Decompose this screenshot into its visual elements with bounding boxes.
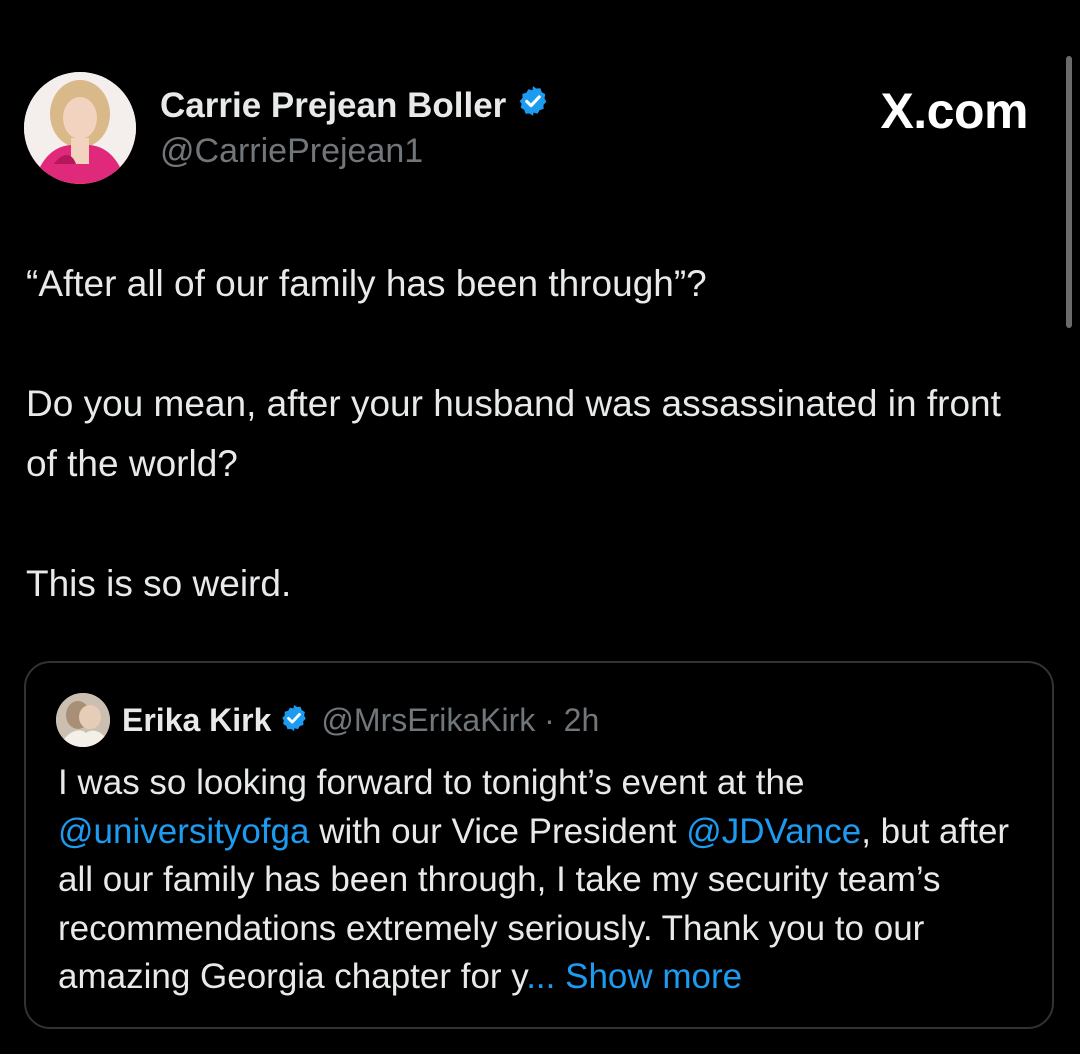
tweet-text: “After all of our family has been throug…: [26, 254, 1036, 614]
quoted-text-segment: I was so looking forward to tonight’s ev…: [58, 763, 805, 802]
quoted-author-handle[interactable]: @MrsErikaKirk: [321, 702, 535, 739]
author-name-text[interactable]: Carrie Prejean Boller: [160, 86, 506, 126]
quoted-author-avatar[interactable]: [56, 693, 110, 747]
quoted-tweet-text: I was so looking forward to tonight’s ev…: [58, 759, 1038, 1002]
ellipsis: ...: [526, 957, 556, 996]
tweet-paragraph: Do you mean, after your husband was assa…: [26, 383, 1001, 484]
scrollbar-thumb[interactable]: [1066, 56, 1072, 328]
author-avatar[interactable]: [24, 72, 136, 184]
show-more-link[interactable]: Show more: [565, 957, 742, 996]
author-display-name[interactable]: Carrie Prejean Boller: [160, 84, 550, 127]
verified-badge-icon: [516, 84, 550, 127]
meta-separator: ·: [535, 701, 564, 738]
verified-badge-icon: [279, 703, 309, 738]
quoted-tweet-header: Erika Kirk @MrsErikaKirk · 2h: [56, 693, 599, 747]
x-com-watermark: X.com: [880, 83, 1028, 139]
quoted-author-name[interactable]: Erika Kirk: [122, 702, 271, 739]
author-handle[interactable]: @CarriePrejean1: [160, 132, 423, 171]
mention-link-jdvance[interactable]: @JDVance: [686, 812, 861, 851]
quoted-tweet-time[interactable]: 2h: [564, 702, 600, 739]
tweet-paragraph: This is so weird.: [26, 563, 292, 604]
quoted-tweet-card[interactable]: Erika Kirk @MrsErikaKirk · 2h I was so l…: [24, 661, 1054, 1029]
mention-link-universityofga[interactable]: @universityofga: [58, 812, 309, 851]
tweet-paragraph: “After all of our family has been throug…: [26, 263, 707, 304]
quoted-text-segment: with our Vice President: [309, 811, 687, 851]
